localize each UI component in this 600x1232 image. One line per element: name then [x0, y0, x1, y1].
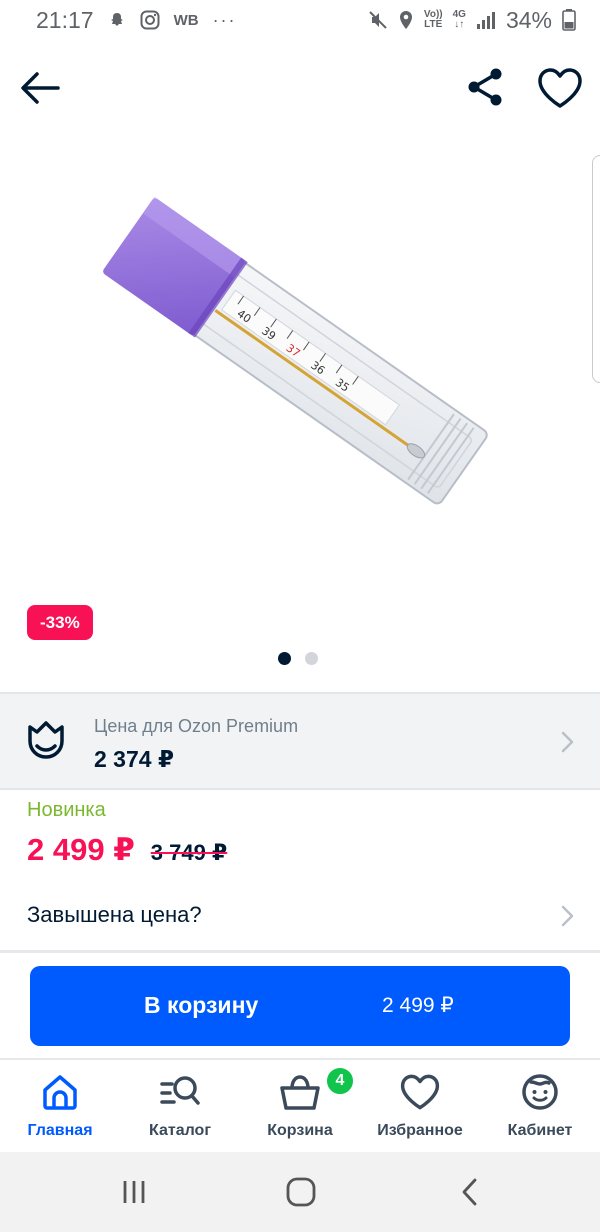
home-icon: [38, 1070, 82, 1114]
system-home-button[interactable]: [281, 1174, 321, 1210]
cart-count-badge: 4: [325, 1066, 355, 1096]
catalog-search-icon: [158, 1070, 202, 1114]
recent-apps-button[interactable]: [114, 1174, 154, 1210]
battery-percent: 34%: [505, 6, 552, 33]
top-bar: [0, 56, 600, 120]
bottom-navigation: Главная Каталог Корзина Избранное Кабине…: [0, 1060, 600, 1152]
nav-profile[interactable]: Кабинет: [480, 1070, 600, 1150]
discount-badge: -33%: [27, 605, 93, 640]
gallery-pagination[interactable]: [278, 652, 318, 665]
network-indicator: 4G ↓↑: [452, 9, 466, 30]
add-to-cart-button[interactable]: В корзину 2 499 ₽: [30, 966, 570, 1046]
share-icon: [468, 68, 502, 106]
share-button[interactable]: [462, 64, 508, 110]
thermometer-image: 40 39 37 36 35: [103, 196, 488, 505]
premium-price-value: 2 374 ₽: [94, 746, 174, 772]
snapchat-icon: [108, 11, 126, 29]
system-back-button[interactable]: [450, 1174, 490, 1210]
profile-face-icon: [518, 1070, 562, 1114]
heart-icon: [538, 68, 582, 108]
back-button[interactable]: [18, 66, 62, 110]
old-price: 3 749 ₽: [150, 840, 228, 865]
nav-catalog-label: Каталог: [149, 1122, 211, 1139]
report-overprice-row[interactable]: Завышена цена?: [0, 880, 600, 950]
home-circle-icon: [286, 1177, 316, 1207]
system-navigation-bar: [0, 1152, 600, 1232]
gallery-dot-1[interactable]: [278, 652, 291, 665]
add-to-cart-label: В корзину: [144, 992, 259, 1018]
favorite-button[interactable]: [536, 64, 584, 112]
nav-profile-label: Кабинет: [507, 1122, 573, 1139]
heart-icon: [398, 1070, 442, 1114]
nav-favorites[interactable]: Избранное: [360, 1070, 480, 1150]
add-to-cart-price: 2 499 ₽: [382, 994, 454, 1017]
recent-apps-icon: [123, 1181, 145, 1203]
current-price: 2 499 ₽: [27, 832, 135, 867]
location-icon: [398, 10, 414, 30]
mute-icon: [368, 10, 388, 30]
chevron-right-icon: [561, 905, 574, 927]
battery-icon: [562, 9, 576, 31]
gallery-dot-2[interactable]: [305, 652, 318, 665]
divider: [0, 950, 600, 953]
back-arrow-icon: [21, 72, 60, 104]
side-panel-handle[interactable]: [592, 155, 600, 383]
status-time: 21:17: [36, 6, 94, 33]
back-chevron-icon: [462, 1178, 477, 1206]
nav-catalog[interactable]: Каталог: [120, 1070, 240, 1150]
nav-favorites-label: Избранное: [377, 1122, 463, 1139]
wb-label: WB: [173, 11, 199, 29]
product-image[interactable]: 40 39 37 36 35: [0, 130, 600, 600]
price-row: 2 499 ₽ 3 749 ₽: [27, 832, 227, 868]
status-bar: 21:17 WB ··· Vo)) LTE 4G ↓↑ 34%: [0, 0, 600, 40]
chevron-right-icon: [561, 731, 574, 753]
nav-home-label: Главная: [27, 1122, 93, 1139]
volte-indicator: Vo)) LTE: [423, 9, 443, 30]
ozon-premium-icon: [28, 721, 64, 759]
more-notifications: ···: [212, 9, 237, 30]
new-product-badge: Новинка: [27, 799, 106, 821]
basket-icon: [278, 1070, 322, 1114]
nav-cart-label: Корзина: [267, 1122, 333, 1139]
signal-icon: [476, 11, 496, 29]
nav-home[interactable]: Главная: [0, 1070, 120, 1150]
instagram-icon: [140, 10, 160, 30]
ozon-premium-price-panel[interactable]: Цена для Ozon Premium 2 374 ₽: [0, 692, 600, 790]
premium-price-label: Цена для Ozon Premium: [94, 716, 299, 736]
report-overprice-label: Завышена цена?: [27, 902, 202, 927]
